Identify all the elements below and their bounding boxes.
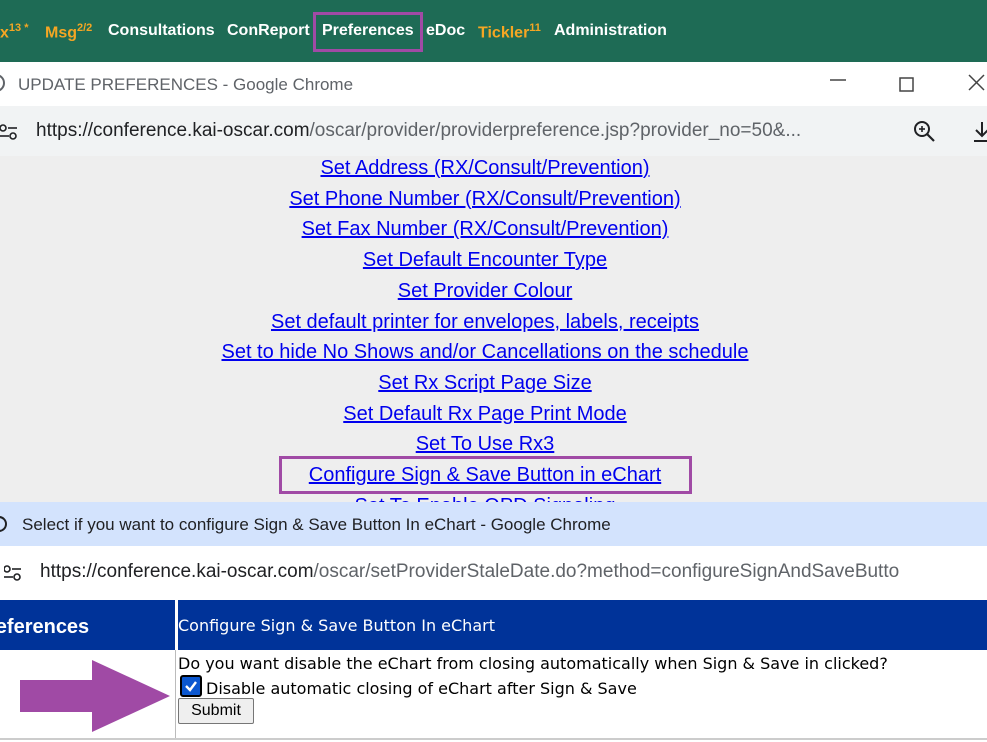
nav-item-edoc[interactable]: eDoc <box>426 22 465 40</box>
configure-sign-save-highlight-box <box>279 456 692 494</box>
disable-auto-close-checkbox[interactable] <box>180 675 202 697</box>
bottom-divider <box>0 738 987 740</box>
link-set-phone-number[interactable]: Set Phone Number (RX/Consult/Prevention) <box>0 184 970 215</box>
window1-url[interactable]: https://conference.kai-oscar.com/oscar/p… <box>36 120 801 142</box>
side-header: references <box>0 600 175 650</box>
site-settings-icon[interactable] <box>0 122 18 147</box>
chrome-icon <box>0 515 10 538</box>
download-icon[interactable] <box>972 120 987 149</box>
nav-item-conreport[interactable]: ConReport <box>227 22 310 40</box>
nav-item-consultations[interactable]: Consultations <box>108 22 215 40</box>
window2-address-bar[interactable]: https://conference.kai-oscar.com/oscar/s… <box>0 546 987 598</box>
close-icon[interactable] <box>966 72 986 98</box>
checkbox-label: Disable automatic closing of eChart afte… <box>206 679 637 698</box>
column-divider <box>175 650 176 738</box>
link-set-fax-number[interactable]: Set Fax Number (RX/Consult/Prevention) <box>0 214 970 245</box>
preferences-highlight-box <box>313 12 423 52</box>
minimize-icon[interactable] <box>828 68 848 94</box>
purple-arrow-icon <box>20 660 170 732</box>
chrome-icon <box>0 74 8 97</box>
main-header: Configure Sign & Save Button In eChart <box>178 600 987 650</box>
main-header-text: Configure Sign & Save Button In eChart <box>178 616 495 635</box>
nav-item-administration[interactable]: Administration <box>554 22 667 40</box>
window2-title: Select if you want to configure Sign & S… <box>22 515 611 534</box>
link-set-provider-colour[interactable]: Set Provider Colour <box>0 276 970 307</box>
side-header-text: references <box>0 616 90 638</box>
nav-item-msg[interactable]: Msg2/2 <box>45 22 92 42</box>
maximize-icon[interactable] <box>898 74 916 100</box>
link-rx-page-print-mode[interactable]: Set Default Rx Page Print Mode <box>0 399 970 430</box>
window2-url[interactable]: https://conference.kai-oscar.com/oscar/s… <box>40 561 899 583</box>
window1-title-bar: UPDATE PREFERENCES - Google Chrome <box>0 62 987 106</box>
link-rx-script-page-size[interactable]: Set Rx Script Page Size <box>0 368 970 399</box>
site-settings-icon[interactable] <box>3 563 22 588</box>
question-text: Do you want disable the eChart from clos… <box>178 654 888 673</box>
window2-title-bar: Select if you want to configure Sign & S… <box>0 502 987 546</box>
submit-button[interactable]: Submit <box>178 698 254 724</box>
preferences-link-list: Set Address (RX/Consult/Prevention) Set … <box>0 156 970 502</box>
zoom-icon[interactable] <box>913 120 937 149</box>
preferences-content: Set Address (RX/Consult/Prevention) Set … <box>0 156 987 502</box>
window1-address-bar[interactable]: https://conference.kai-oscar.com/oscar/p… <box>0 106 987 156</box>
link-set-address[interactable]: Set Address (RX/Consult/Prevention) <box>0 156 970 184</box>
link-set-default-encounter-type[interactable]: Set Default Encounter Type <box>0 245 970 276</box>
link-set-default-printer[interactable]: Set default printer for envelopes, label… <box>0 307 970 338</box>
nav-item-tickler[interactable]: Tickler11 <box>478 22 541 42</box>
nav-item-rx[interactable]: x13 * <box>0 22 28 42</box>
link-hide-no-shows[interactable]: Set to hide No Shows and/or Cancellation… <box>0 337 970 368</box>
top-nav-bar: x13 * Msg2/2 Consultations ConReport Pre… <box>0 0 987 62</box>
window1-title: UPDATE PREFERENCES - Google Chrome <box>18 75 354 94</box>
